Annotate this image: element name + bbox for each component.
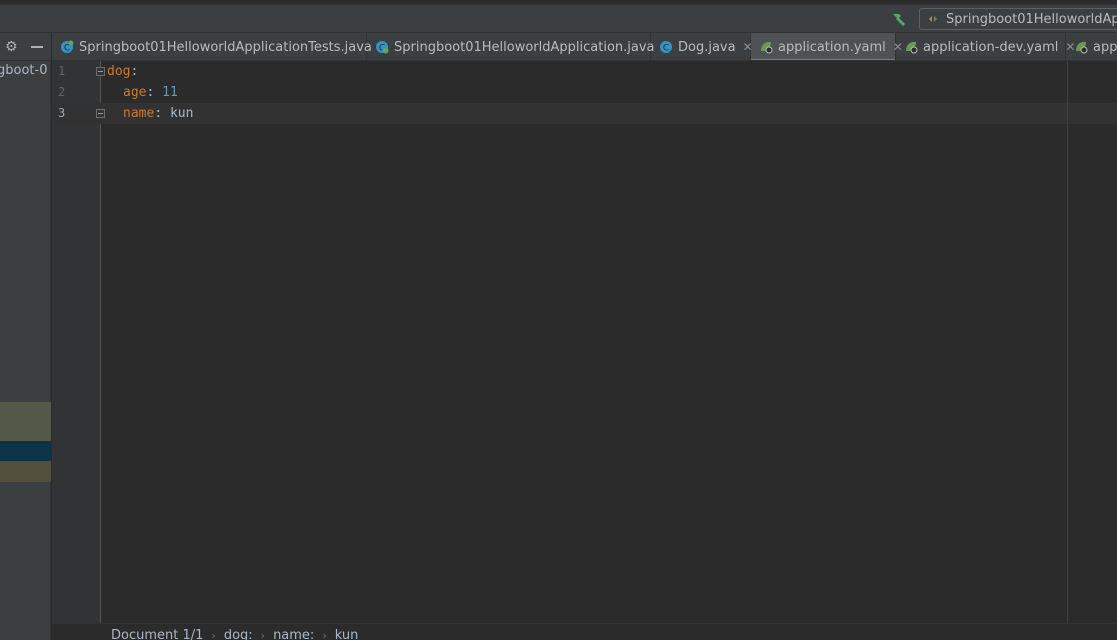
line-number-gutter — [52, 61, 101, 623]
fold-toggle-icon[interactable] — [96, 67, 105, 76]
current-line-highlight — [52, 103, 1117, 124]
tab-label: app — [1093, 39, 1117, 55]
editor-tab-bar: C Springboot01HelloworldApplicationTests… — [52, 33, 1117, 61]
run-config-label: Springboot01HelloworldApplication — [946, 11, 1117, 27]
breadcrumb-item[interactable]: dog: — [224, 628, 253, 640]
yaml-colon: : — [146, 85, 155, 100]
java-class-icon: C — [660, 41, 672, 54]
breadcrumb-item[interactable]: Document 1/1 — [111, 628, 203, 640]
tab-springboot01-helloworld-application[interactable]: C Springboot01HelloworldApplication.java… — [367, 33, 672, 60]
tab-label: Springboot01HelloworldApplicationTests.j… — [79, 39, 372, 55]
yaml-colon: : — [130, 64, 139, 79]
breadcrumb-items: Document 1/1 › dog: › name: › kun — [111, 628, 358, 640]
tab-label: application-dev.yaml — [923, 39, 1059, 55]
chevron-right-icon: › — [260, 629, 266, 640]
svg-text:C: C — [64, 44, 70, 54]
code-line[interactable]: dog: — [107, 61, 138, 82]
yaml-key: name — [123, 106, 155, 121]
run-config-icon — [929, 16, 937, 22]
tab-application-more[interactable]: app — [1066, 33, 1117, 60]
spring-config-icon — [761, 41, 773, 54]
right-margin-guide — [1067, 61, 1068, 623]
spring-config-icon — [906, 41, 918, 54]
hide-panel-icon[interactable] — [31, 46, 43, 48]
build-hammer-icon[interactable] — [890, 11, 908, 27]
tab-label: application.yaml — [778, 39, 886, 55]
breadcrumb: Document 1/1 › dog: › name: › kun — [52, 623, 1117, 640]
fold-end-icon[interactable] — [96, 109, 105, 118]
project-tree-highlight — [0, 402, 51, 441]
breadcrumb-item[interactable]: kun — [335, 628, 359, 640]
spring-config-icon — [1076, 41, 1088, 54]
spring-boot-class-icon: C — [376, 41, 389, 54]
line-number: 2 — [58, 85, 66, 99]
code-line[interactable]: name: kun — [123, 103, 193, 124]
chevron-right-icon: › — [211, 629, 216, 640]
gear-icon[interactable]: ⚙ — [5, 39, 18, 55]
main-toolbar: Springboot01HelloworldApplication — [0, 5, 1117, 33]
yaml-key: age — [123, 85, 147, 100]
yaml-value: kun — [169, 106, 194, 121]
tab-application-yaml[interactable]: application.yaml ✕ — [751, 33, 903, 60]
code-editor[interactable] — [102, 61, 1117, 623]
project-panel-header: ⚙ — [0, 33, 51, 61]
svg-text:C: C — [663, 44, 669, 54]
chevron-right-icon: › — [322, 629, 327, 640]
tab-label: Springboot01HelloworldApplication.java — [394, 39, 655, 55]
tab-dog-java[interactable]: C Dog.java ✕ — [651, 33, 753, 60]
tab-springboot01-helloworld-application-tests[interactable]: C Springboot01HelloworldApplicationTests… — [52, 33, 389, 60]
breadcrumb-item[interactable]: name: — [273, 628, 314, 640]
yaml-key: dog — [107, 64, 131, 79]
yaml-value: 11 — [162, 85, 178, 100]
project-tree-selected-row[interactable] — [0, 441, 51, 461]
tab-application-dev-yaml[interactable]: application-dev.yaml ✕ — [896, 33, 1075, 60]
project-tree-item[interactable]: gboot-0 — [0, 63, 51, 78]
project-tree-highlight — [0, 461, 51, 482]
code-line[interactable]: age: 11 — [123, 82, 178, 103]
line-number: 3 — [58, 106, 66, 120]
run-configuration-selector[interactable]: Springboot01HelloworldApplication — [919, 8, 1117, 30]
yaml-colon: : — [154, 106, 163, 121]
ide-window: Springboot01HelloworldApplication ⚙ gboo… — [0, 0, 1117, 640]
tab-label: Dog.java — [678, 39, 736, 55]
spring-test-class-icon: C — [61, 40, 74, 54]
line-number: 1 — [58, 64, 66, 78]
project-panel: ⚙ gboot-0 — [0, 33, 51, 640]
